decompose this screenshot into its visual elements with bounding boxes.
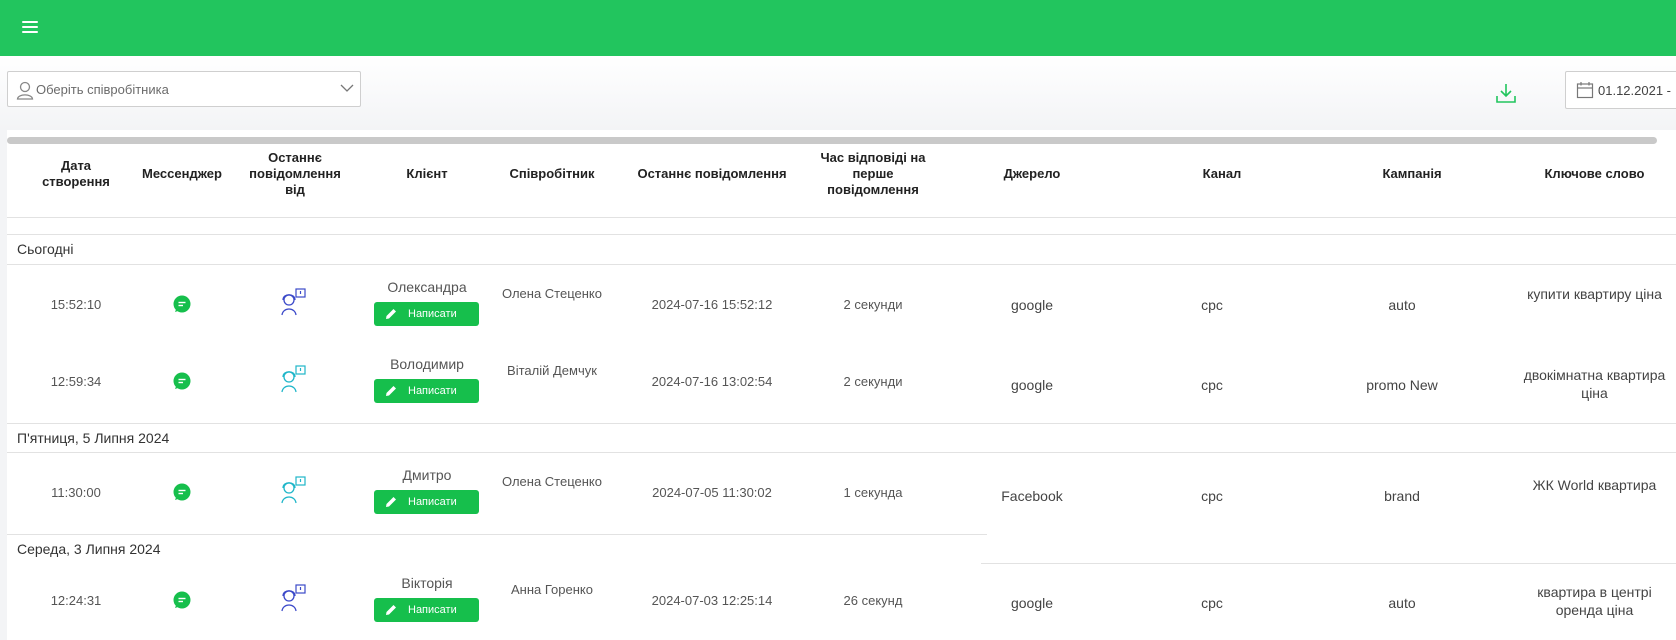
cell-source: google	[1010, 595, 1054, 611]
cell-response-time: 2 секунди	[843, 374, 903, 389]
write-button-label: Написати	[408, 496, 457, 508]
cell-employee: Олена Стеценко	[501, 474, 602, 489]
write-button-label: Написати	[408, 385, 457, 397]
cell-campaign: brand	[1384, 488, 1420, 504]
cell-employee: Віталій Демчук	[507, 363, 597, 378]
col-client: Клієнт	[406, 166, 448, 181]
group-label-wednesday: Середа, 3 Липня 2024	[17, 541, 161, 557]
client-name: Володимир	[390, 356, 464, 372]
col-campaign: Кампанія	[1382, 166, 1442, 181]
pencil-icon	[386, 605, 396, 615]
cell-time: 15:52:10	[50, 297, 102, 312]
group-divider	[7, 264, 1676, 265]
cell-last-message: 2024-07-03 12:25:14	[651, 593, 773, 608]
cell-keyword: квартира в центрі оренда ціна	[1537, 584, 1652, 618]
chat-bubble-icon[interactable]	[173, 295, 191, 313]
group-divider	[981, 563, 1676, 564]
cell-time: 12:59:34	[50, 374, 102, 389]
chat-bubble-icon[interactable]	[173, 483, 191, 501]
pencil-icon	[386, 386, 396, 396]
col-keyword: Ключове слово	[1544, 166, 1645, 181]
cell-campaign: promo New	[1366, 377, 1438, 393]
write-button-label: Написати	[408, 308, 457, 320]
cell-keyword: двокімнатна квартира ціна	[1523, 367, 1666, 401]
cell-last-message: 2024-07-05 11:30:02	[652, 485, 772, 500]
employee-select-placeholder: Оберіть співробітника	[36, 82, 169, 97]
col-last-message: Останнє повідомлення	[637, 166, 787, 181]
operator-icon	[281, 584, 306, 612]
write-button-label: Написати	[408, 604, 457, 616]
write-button[interactable]: Написати	[374, 379, 479, 403]
client-name: Дмитро	[402, 467, 452, 483]
col-created-date: Дата створення	[42, 158, 110, 189]
top-bar	[0, 0, 1676, 56]
chat-bubble-icon[interactable]	[173, 372, 191, 390]
cell-time: 12:24:31	[50, 593, 102, 608]
employee-select[interactable]: Оберіть співробітника	[7, 71, 361, 107]
header-divider	[7, 217, 1676, 218]
cell-source: Facebook	[1001, 488, 1063, 504]
cell-time: 11:30:00	[51, 485, 101, 500]
write-button[interactable]: Написати	[374, 598, 479, 622]
cell-campaign: auto	[1388, 297, 1416, 313]
cell-last-message: 2024-07-16 15:52:12	[651, 297, 773, 312]
col-source: Джерело	[1003, 166, 1061, 181]
client-name: Олександра	[387, 279, 467, 295]
date-range-picker[interactable]: 01.12.2021 -	[1565, 71, 1676, 109]
cell-response-time: 26 секунд	[843, 593, 903, 608]
cell-response-time: 1 секунда	[843, 485, 903, 500]
pencil-icon	[386, 497, 396, 507]
col-last-message-from: Останнє повідомлення від	[249, 150, 341, 197]
cell-last-message: 2024-07-16 13:02:54	[651, 374, 773, 389]
col-channel: Канал	[1202, 166, 1242, 181]
cell-channel: cpc	[1201, 488, 1223, 504]
hamburger-icon[interactable]	[22, 18, 38, 34]
write-button[interactable]: Написати	[374, 490, 479, 514]
cell-employee: Анна Горенко	[511, 582, 593, 597]
cell-response-time: 2 секунди	[843, 297, 903, 312]
group-label-friday: П'ятниця, 5 Липня 2024	[17, 430, 170, 446]
date-from: 01.12.2021 -	[1598, 83, 1672, 98]
cell-campaign: auto	[1388, 595, 1416, 611]
person-icon	[16, 81, 34, 100]
cell-employee: Олена Стеценко	[501, 286, 602, 301]
calendar-icon	[1576, 82, 1594, 99]
cell-source: google	[1010, 377, 1054, 393]
group-divider	[7, 234, 1676, 235]
cell-keyword: ЖК World квартира	[1532, 477, 1657, 493]
chevron-down-icon	[340, 84, 354, 92]
download-button[interactable]	[1494, 81, 1518, 105]
col-response-time: Час відповіді на перше повідомлення	[820, 150, 926, 197]
client-name: Вікторія	[401, 575, 453, 591]
chats-table: Дата створення Мессенджер Останнє повідо…	[7, 130, 1676, 640]
cell-channel: cpc	[1201, 297, 1223, 313]
pencil-icon	[386, 309, 396, 319]
cell-channel: cpc	[1201, 595, 1223, 611]
client-icon	[281, 476, 306, 504]
col-employee: Співробітник	[509, 166, 595, 181]
chat-bubble-icon[interactable]	[173, 591, 191, 609]
write-button[interactable]: Написати	[374, 302, 479, 326]
cell-source: google	[1010, 297, 1054, 313]
group-divider	[7, 452, 1676, 453]
client-icon	[281, 365, 306, 393]
operator-icon	[281, 288, 306, 316]
group-label-today: Сьогодні	[17, 241, 74, 257]
cell-channel: cpc	[1201, 377, 1223, 393]
group-divider	[7, 423, 1676, 424]
group-divider	[7, 534, 987, 535]
col-messenger: Мессенджер	[142, 166, 222, 181]
cell-keyword: купити квартиру ціна	[1527, 286, 1662, 302]
horizontal-scrollbar[interactable]	[7, 137, 1657, 144]
download-icon	[1496, 84, 1516, 103]
